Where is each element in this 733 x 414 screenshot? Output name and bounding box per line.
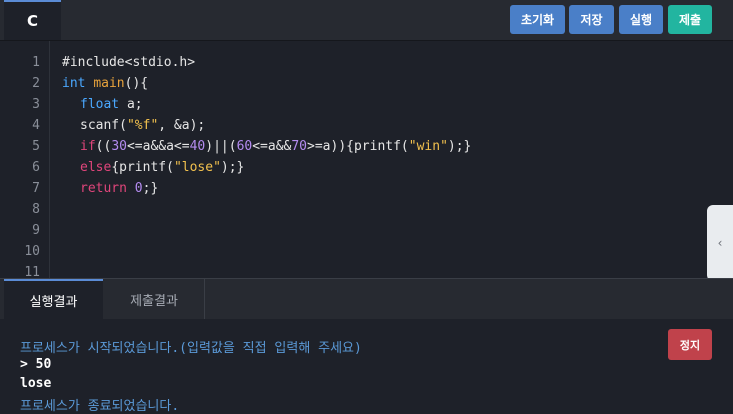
result-tabs: 실행결과 제출결과 — [0, 278, 733, 320]
tab-submit-result[interactable]: 제출결과 — [104, 279, 205, 320]
code-line[interactable]: scanf("%f", &a); — [80, 115, 205, 136]
code-line[interactable]: if((30<=a&&a<=40)||(60<=a&&70>=a)){print… — [80, 136, 471, 157]
code-token: "lose" — [173, 160, 221, 175]
save-button[interactable]: 저장 — [569, 5, 614, 34]
run-button[interactable]: 실행 — [619, 5, 663, 34]
code-token: ;} — [142, 181, 159, 196]
code-token: int — [62, 76, 86, 91]
console-output: 프로세스가 시작되었습니다.(입력값을 직접 입력해 주세요) > 50 los… — [0, 319, 733, 414]
line-number: 3 — [32, 97, 40, 112]
code-token: (){ — [124, 76, 149, 91]
code-token: );} — [220, 160, 245, 175]
code-token: >=a)){printf( — [307, 139, 409, 154]
panel-toggle-handle[interactable]: ‹ — [707, 205, 733, 281]
code-token: <=a&& — [252, 139, 292, 154]
code-token: )||( — [205, 139, 237, 154]
line-number: 6 — [32, 160, 40, 175]
line-number: 10 — [24, 244, 40, 259]
code-token: 30 — [111, 139, 127, 154]
code-token: "%f" — [126, 118, 159, 133]
code-token: 70 — [291, 139, 308, 154]
code-token: #include<stdio.h> — [62, 55, 196, 70]
console-input-line: > 50 — [20, 357, 52, 372]
code-token: , &a); — [158, 118, 206, 133]
console-info-line: 프로세스가 종료되었습니다. — [20, 399, 180, 414]
code-token: a; — [119, 97, 143, 112]
line-number: 2 — [32, 76, 40, 91]
code-token: "win" — [408, 139, 448, 154]
line-number: 9 — [32, 223, 40, 238]
code-line[interactable]: else{printf("lose");} — [80, 157, 244, 178]
tab-run-result[interactable]: 실행결과 — [4, 279, 103, 320]
line-number: 1 — [32, 55, 40, 70]
code-token: float — [80, 97, 120, 112]
chevron-left-icon: ‹ — [717, 236, 723, 250]
line-number: 5 — [32, 139, 40, 154]
console-output-line: lose — [20, 376, 52, 391]
code-token: return — [80, 181, 127, 196]
code-token: (( — [95, 139, 112, 154]
code-token: {printf( — [111, 160, 174, 175]
code-token: );} — [447, 139, 472, 154]
code-editor[interactable]: 1 2 3 4 5 6 7 8 9 10 11 #include<stdio.h… — [0, 41, 733, 278]
line-number: 11 — [24, 265, 40, 278]
code-token: else — [80, 160, 112, 175]
stop-button[interactable]: 정지 — [668, 329, 712, 360]
code-line[interactable]: return 0;} — [80, 178, 158, 199]
code-token: 60 — [236, 139, 253, 154]
code-token: scanf( — [80, 118, 127, 133]
language-tab[interactable]: C — [4, 0, 61, 40]
code-token: 0 — [134, 181, 143, 196]
top-toolbar: C 초기화 저장 실행 제출 — [0, 0, 733, 41]
code-line[interactable]: int main(){ — [62, 73, 148, 94]
submit-button[interactable]: 제출 — [668, 5, 712, 34]
line-number: 4 — [32, 118, 40, 133]
line-number: 7 — [32, 181, 40, 196]
line-number: 8 — [32, 202, 40, 217]
code-line[interactable]: float a; — [80, 94, 143, 115]
line-number-gutter: 1 2 3 4 5 6 7 8 9 10 11 — [4, 41, 50, 278]
code-token: if — [80, 139, 96, 154]
code-token: main — [93, 76, 125, 91]
reset-button[interactable]: 초기화 — [510, 5, 565, 34]
code-line[interactable]: #include<stdio.h> — [62, 52, 195, 73]
code-token: 40 — [189, 139, 206, 154]
console-info-line: 프로세스가 시작되었습니다.(입력값을 직접 입력해 주세요) — [20, 341, 362, 356]
code-token: <=a&&a<= — [126, 139, 190, 154]
